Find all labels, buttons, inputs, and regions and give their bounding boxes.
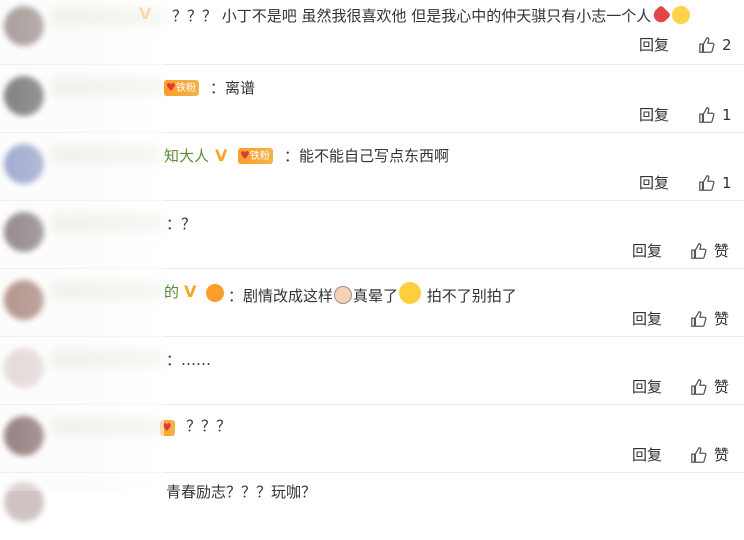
avatar[interactable] xyxy=(4,348,44,388)
crying-emoji xyxy=(672,6,691,24)
comment-text: ：能不能自己写点东西啊 xyxy=(284,147,450,165)
avatar[interactable] xyxy=(4,76,44,116)
avatar[interactable] xyxy=(4,280,44,320)
comment-list: V ？？？ 小丁不是吧 虽然我很喜欢他 但是我心中的仲天骐只有小志一个人 回复 … xyxy=(0,0,744,522)
verified-v-icon: V xyxy=(215,146,228,165)
comment-row: 青春励志？？？玩咖？ xyxy=(0,472,744,540)
username-blurred[interactable] xyxy=(52,146,160,164)
thumbs-up-icon xyxy=(699,175,715,191)
comment-row: V ？？？ 小丁不是吧 虽然我很喜欢他 但是我心中的仲天骐只有小志一个人 回复 … xyxy=(0,0,744,65)
comment-row: ♥ ？？？ 回复 赞 xyxy=(0,404,744,473)
verified-v-icon: V xyxy=(184,282,197,301)
comment-text: ：剧情改成这样 真晕了 拍不了别拍了 xyxy=(228,282,517,306)
reply-button[interactable]: 回复 xyxy=(639,173,669,193)
username-blurred[interactable] xyxy=(52,78,162,96)
like-button[interactable]: 赞 xyxy=(690,445,729,465)
verified-v-icon: V xyxy=(139,4,152,23)
avatar[interactable] xyxy=(4,212,44,252)
username-blurred[interactable] xyxy=(52,214,162,232)
comment-row: ：？ 回复 赞 xyxy=(0,200,744,269)
like-label: 赞 xyxy=(714,446,730,464)
username-blurred[interactable] xyxy=(52,418,162,436)
heart-icon: ♥ xyxy=(240,149,250,162)
like-label: 赞 xyxy=(714,310,730,328)
like-button[interactable]: 1 xyxy=(698,173,732,193)
old-man-emoji xyxy=(334,286,353,304)
heart-icon: ♥ xyxy=(166,81,176,94)
comment-text: ？？？ 小丁不是吧 虽然我很喜欢他 但是我心中的仲天骐只有小志一个人 xyxy=(172,4,691,26)
like-button[interactable]: 赞 xyxy=(690,309,729,329)
dizzy-face-emoji xyxy=(399,282,422,304)
thumbs-up-icon xyxy=(691,311,707,327)
username-tail[interactable]: 知大人 xyxy=(164,146,209,166)
username-blurred[interactable] xyxy=(52,282,162,300)
avatar[interactable] xyxy=(4,482,44,522)
comment-text: ：离谱 xyxy=(210,79,256,97)
heart-icon: ♥ xyxy=(162,421,172,434)
like-label: 赞 xyxy=(714,378,730,396)
avatar[interactable] xyxy=(4,416,44,456)
comment-text: ：？ xyxy=(166,215,197,233)
username-tail[interactable]: 的 xyxy=(164,282,179,302)
comment-text: ：…… xyxy=(166,351,212,369)
reply-button[interactable]: 回复 xyxy=(632,445,662,465)
comment-text: 青春励志？？？玩咖？ xyxy=(166,483,317,501)
reply-button[interactable]: 回复 xyxy=(639,105,669,125)
broken-heart-emoji xyxy=(651,4,672,26)
like-count: 2 xyxy=(722,36,732,54)
thumbs-up-icon xyxy=(699,37,715,53)
fan-badge: ♥铁粉 xyxy=(164,80,199,96)
reply-button[interactable]: 回复 xyxy=(639,35,669,55)
thumbs-up-icon xyxy=(699,107,715,123)
thumbs-up-icon xyxy=(691,243,707,259)
username-blurred[interactable] xyxy=(52,350,162,368)
fan-heart-icon xyxy=(206,284,224,302)
avatar[interactable] xyxy=(4,144,44,184)
comment-row: ：…… 回复 赞 xyxy=(0,336,744,405)
avatar[interactable] xyxy=(4,6,44,46)
comment-row: 知大人 V ♥铁粉 ：能不能自己写点东西啊 回复 1 xyxy=(0,132,744,201)
fan-badge: ♥铁粉 xyxy=(238,148,273,164)
like-count: 1 xyxy=(722,174,732,192)
reply-button[interactable]: 回复 xyxy=(632,241,662,261)
thumbs-up-icon xyxy=(691,379,707,395)
comment-row: ♥铁粉 ：离谱 回复 1 xyxy=(0,64,744,133)
reply-button[interactable]: 回复 xyxy=(632,309,662,329)
thumbs-up-icon xyxy=(691,447,707,463)
like-count: 1 xyxy=(722,106,732,124)
comment-text: ？？？ xyxy=(186,417,232,435)
comment-row: 的 V ：剧情改成这样 真晕了 拍不了别拍了 回复 赞 xyxy=(0,268,744,337)
like-button[interactable]: 1 xyxy=(698,105,732,125)
like-label: 赞 xyxy=(714,242,730,260)
reply-button[interactable]: 回复 xyxy=(632,377,662,397)
like-button[interactable]: 2 xyxy=(698,35,732,55)
like-button[interactable]: 赞 xyxy=(690,377,729,397)
fan-badge: ♥ xyxy=(160,420,175,436)
like-button[interactable]: 赞 xyxy=(690,241,729,261)
